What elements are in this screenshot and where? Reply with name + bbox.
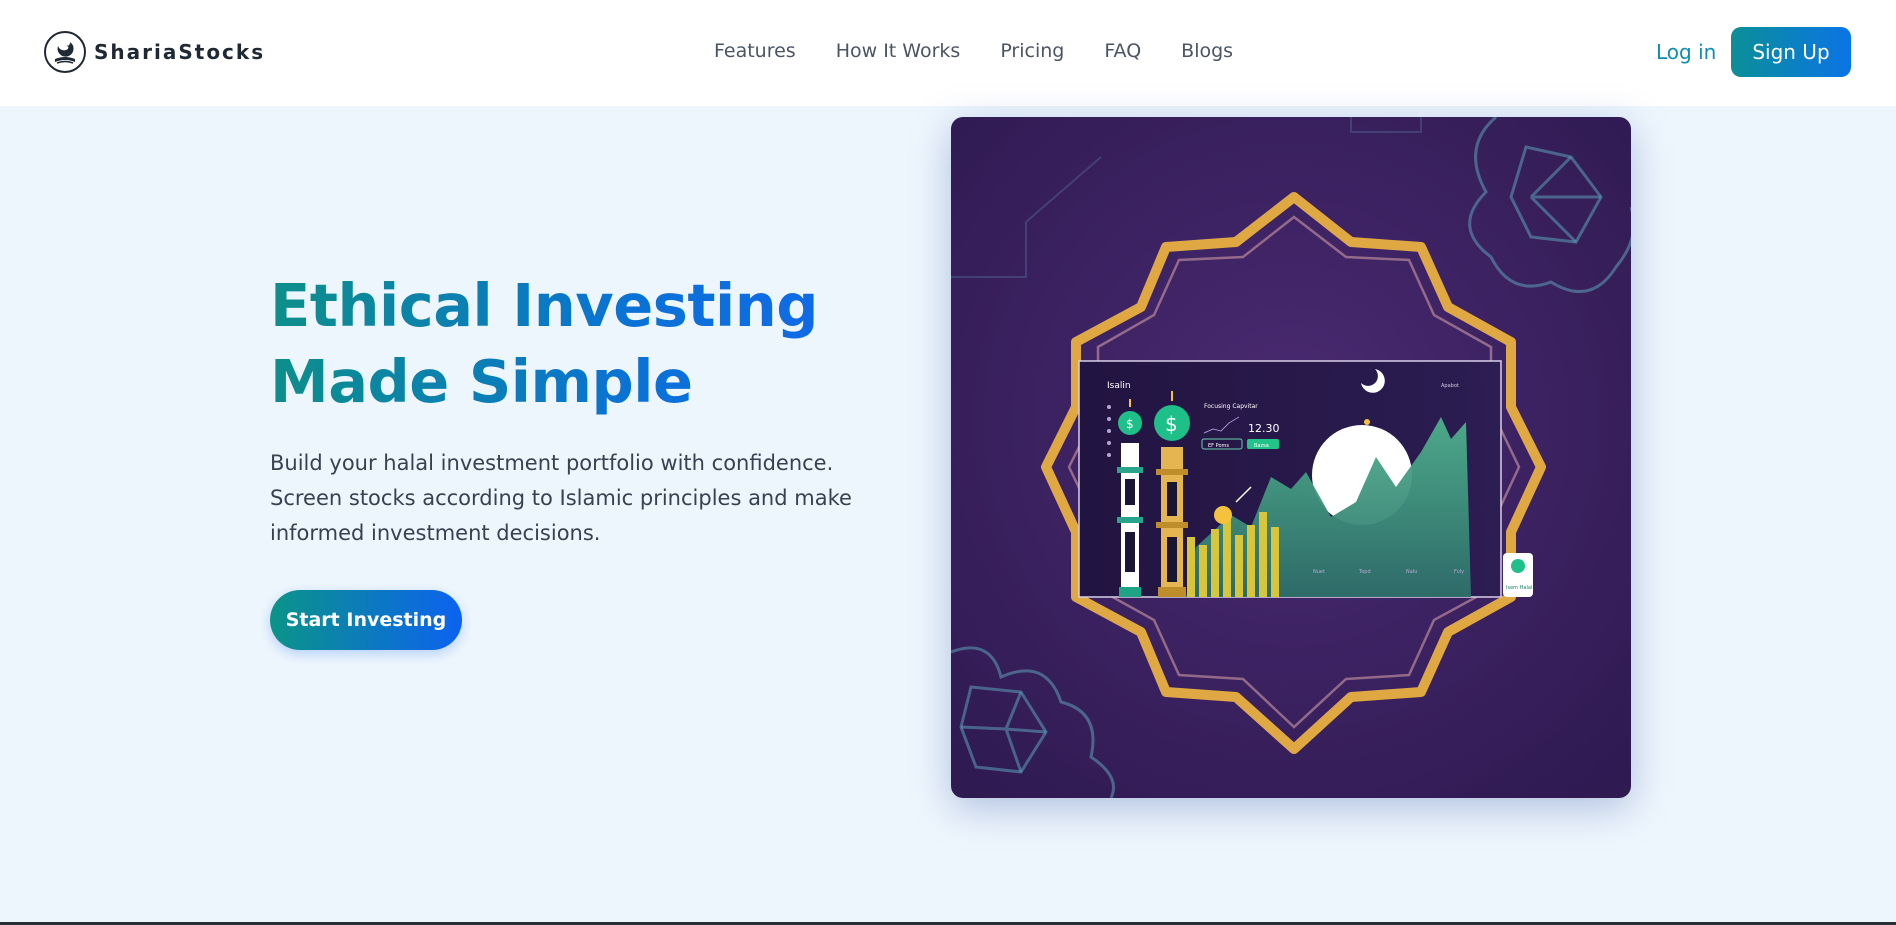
nav-pricing[interactable]: Pricing — [1000, 40, 1064, 62]
screen-title: Isalin — [1107, 381, 1131, 391]
screen-subtitle: Focusing Capvitar — [1204, 403, 1258, 410]
main-nav: Features How It Works Pricing FAQ Blogs — [714, 40, 1273, 62]
nav-faq[interactable]: FAQ — [1104, 40, 1141, 62]
screen-top-right: Apabot — [1441, 383, 1459, 389]
start-investing-button[interactable]: Start Investing — [270, 590, 462, 650]
login-link[interactable]: Log in — [1656, 40, 1716, 64]
x-label-1: Nuet — [1313, 569, 1325, 575]
x-label-4: Fuly — [1454, 569, 1464, 575]
hero-illustration: Isalin Focusing Capvitar 12.30 EF Poms B… — [951, 117, 1631, 798]
x-label-2: Tepd — [1358, 569, 1371, 575]
brand-name: ShariaStocks — [94, 40, 266, 64]
nav-how-it-works[interactable]: How It Works — [836, 40, 961, 62]
svg-text:$: $ — [1165, 412, 1178, 436]
halal-badge: Isem Halal — [1506, 585, 1532, 591]
svg-text:$: $ — [1126, 417, 1134, 431]
x-label-3: Nalu — [1406, 569, 1417, 575]
navbar: ShariaStocks Features How It Works Prici… — [0, 0, 1896, 106]
signup-button[interactable]: Sign Up — [1731, 27, 1851, 77]
hero-title: Ethical Investing Made Simple — [270, 268, 930, 420]
screen-value: 12.30 — [1248, 422, 1280, 435]
screen-button-2: Bazsa — [1254, 443, 1269, 449]
nav-blogs[interactable]: Blogs — [1181, 40, 1233, 62]
nav-features[interactable]: Features — [714, 40, 796, 62]
screen-button-1: EF Poms — [1208, 443, 1229, 449]
hero-subtitle: Build your halal investment portfolio wi… — [270, 451, 852, 545]
crescent-mosque-logo-icon — [44, 31, 86, 73]
brand[interactable]: ShariaStocks — [44, 31, 265, 73]
